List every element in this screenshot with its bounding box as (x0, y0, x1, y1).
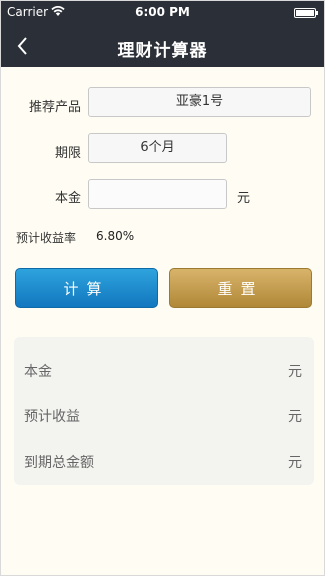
battery-icon (294, 8, 318, 18)
principal-label: 本金 (54, 191, 81, 206)
status-time: 6:00 PM (135, 5, 190, 19)
product-label: 推荐产品 (28, 100, 81, 115)
product-field[interactable]: 亚豪1号 (88, 87, 311, 117)
result-label: 本金 (24, 364, 52, 380)
result-row-total: 到期总金额 元 (14, 452, 314, 472)
rate-label: 预计收益率 (16, 231, 77, 245)
calculate-button[interactable]: 计算 (15, 268, 158, 308)
principal-input[interactable] (88, 179, 227, 209)
nav-bar: 理财计算器 (1, 25, 324, 67)
result-row-principal: 本金 元 (14, 361, 314, 381)
reset-button[interactable]: 重置 (169, 268, 312, 308)
result-unit: 元 (288, 364, 302, 380)
term-label: 期限 (54, 146, 81, 161)
result-row-income: 预计收益 元 (14, 406, 314, 426)
status-bar: Carrier 6:00 PM (1, 1, 324, 25)
result-unit: 元 (288, 455, 302, 471)
result-label: 到期总金额 (24, 455, 94, 471)
term-field[interactable]: 6个月 (88, 133, 227, 163)
result-unit: 元 (288, 409, 302, 425)
result-panel: 本金 元 预计收益 元 到期总金额 元 (14, 337, 314, 485)
result-label: 预计收益 (24, 409, 80, 425)
principal-unit: 元 (237, 191, 251, 206)
app-screen: Carrier 6:00 PM 理财计算器 推荐产品 亚豪1号 期限 6个月 本… (0, 0, 325, 576)
page-title: 理财计算器 (117, 41, 208, 61)
rate-value: 6.80% (96, 229, 135, 243)
